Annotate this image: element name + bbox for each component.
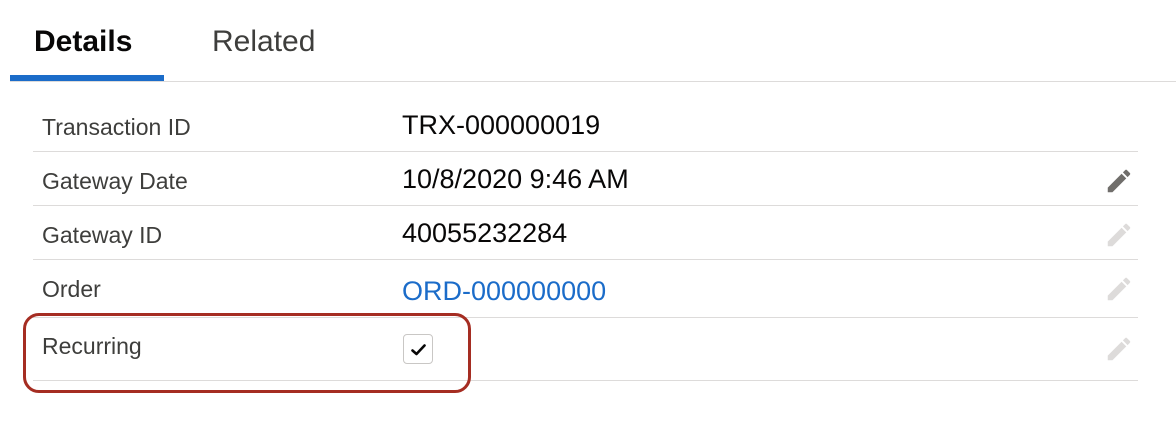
field-row-gateway-date: Gateway Date 10/8/2020 9:46 AM <box>33 152 1138 206</box>
field-label-recurring: Recurring <box>42 333 142 359</box>
active-tab-indicator <box>10 75 164 81</box>
field-label-order: Order <box>42 276 101 302</box>
tab-bar: Details Related <box>10 0 1176 82</box>
field-row-transaction-id: Transaction ID TRX-000000019 <box>33 98 1138 152</box>
field-value-gateway-id: 40055232284 <box>402 218 568 248</box>
field-value-transaction-id: TRX-000000019 <box>402 110 601 140</box>
pencil-icon[interactable] <box>1104 334 1134 364</box>
tab-details[interactable]: Details <box>34 24 132 60</box>
pencil-icon[interactable] <box>1104 220 1134 250</box>
checkmark-icon <box>411 344 426 356</box>
field-label-gateway-id: Gateway ID <box>42 222 163 248</box>
pencil-icon[interactable] <box>1104 166 1134 196</box>
field-row-gateway-id: Gateway ID 40055232284 <box>33 206 1138 260</box>
field-value-gateway-date: 10/8/2020 9:46 AM <box>402 164 629 194</box>
field-label-transaction-id: Transaction ID <box>42 114 191 140</box>
tab-related[interactable]: Related <box>212 24 315 60</box>
field-label-gateway-date: Gateway Date <box>42 168 188 194</box>
pencil-icon[interactable] <box>1104 274 1134 304</box>
details-field-list: Transaction ID TRX-000000019 Gateway Dat… <box>33 98 1138 381</box>
field-row-order: Order ORD-000000000 <box>33 260 1138 318</box>
recurring-checkbox[interactable] <box>403 334 433 364</box>
order-link[interactable]: ORD-000000000 <box>402 275 606 307</box>
field-row-recurring: Recurring <box>33 318 1138 381</box>
